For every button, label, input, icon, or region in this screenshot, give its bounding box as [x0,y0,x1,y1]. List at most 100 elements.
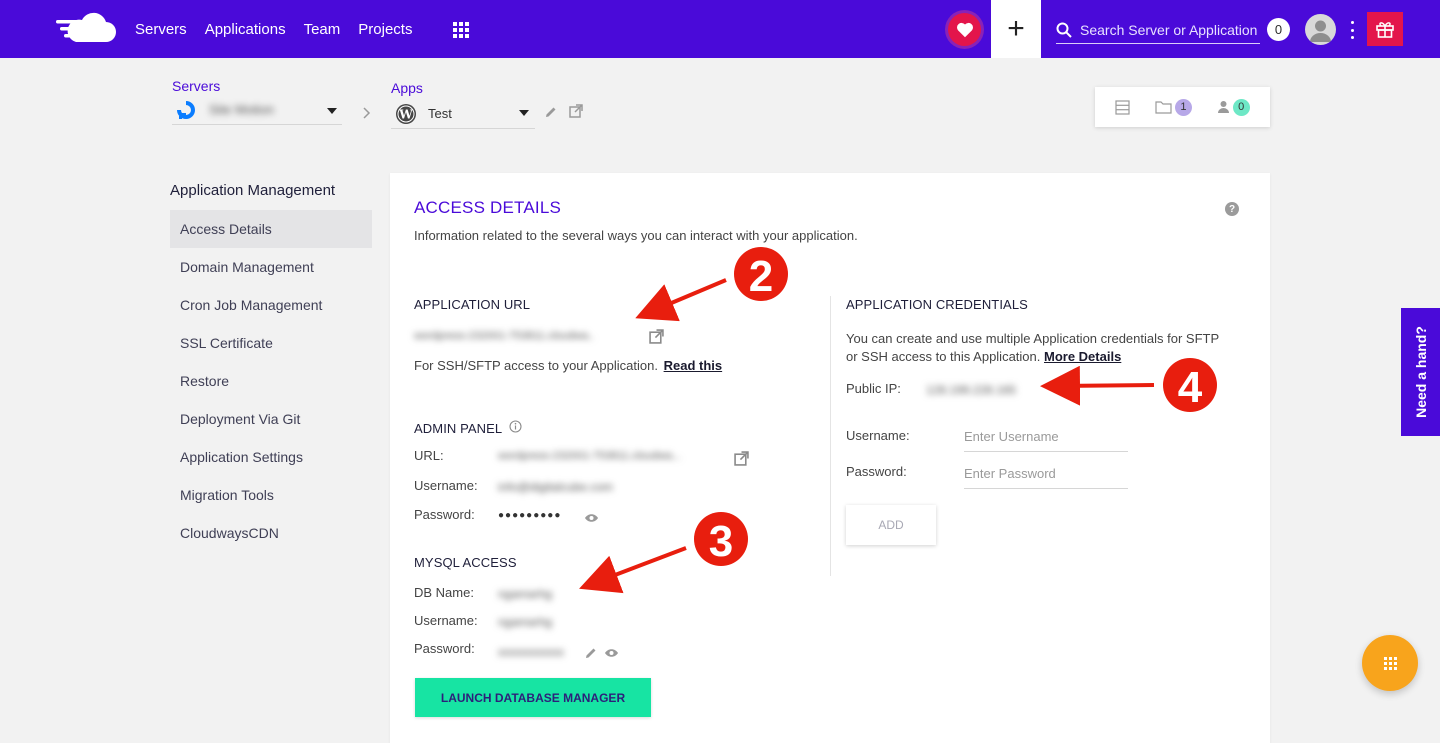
servers-label: Servers [172,78,221,94]
external-link-icon[interactable] [734,451,749,466]
search-bar [1056,16,1260,44]
projects-count: 1 [1174,98,1192,116]
sidebar-item-access-details[interactable]: Access Details [170,210,372,248]
db-name-value: ngamarhg [498,587,553,601]
launch-database-manager-button[interactable]: LAUNCH DATABASE MANAGER [415,678,651,717]
public-ip-value: 128.199.228.165 [926,383,1017,397]
need-a-hand-tab[interactable]: Need a hand? [1401,308,1440,436]
nav-applications[interactable]: Applications [205,21,286,38]
search-input[interactable] [1080,21,1260,38]
credentials-description: You can create and use multiple Applicat… [846,330,1256,366]
members-count: 0 [1232,98,1250,116]
members-stat[interactable]: 0 [1217,98,1250,116]
cred-password-label: Password: [846,464,907,479]
notification-count[interactable]: 0 [1267,18,1290,41]
cred-password-input[interactable] [964,459,1128,489]
server-selector[interactable]: Site Motion [172,95,342,125]
external-link-icon[interactable] [569,104,583,118]
db-username-label: Username: [414,613,478,628]
sidebar-item-cron-job-management[interactable]: Cron Job Management [170,286,372,324]
external-link-icon[interactable] [649,329,664,344]
sidebar-item-deployment-via-git[interactable]: Deployment Via Git [170,400,372,438]
wordpress-icon: W [396,103,416,124]
search-icon [1056,22,1072,38]
application-credentials-heading: APPLICATION CREDENTIALS [846,297,1028,312]
nav-team[interactable]: Team [304,21,341,38]
server-list-stat[interactable] [1115,99,1130,115]
chevron-down-icon [519,110,529,116]
sidebar-title: Application Management [170,182,336,199]
projects-stat[interactable]: 1 [1155,98,1192,116]
db-name-label: DB Name: [414,585,474,600]
quick-actions-button[interactable] [1362,635,1418,691]
help-icon[interactable]: ? [1225,202,1239,216]
digitalocean-icon [177,100,195,119]
grid-icon [1383,656,1397,670]
sidebar-item-domain-management[interactable]: Domain Management [170,248,372,286]
edit-icon[interactable] [545,106,557,118]
app-name: Test [428,106,452,121]
nav-projects[interactable]: Projects [358,21,412,38]
app-stats-box: 1 0 [1095,87,1270,127]
plus-icon: + [1007,12,1025,45]
admin-password-value: ●●●●●●●●● [498,510,562,521]
mysql-access-heading: MYSQL ACCESS [414,555,517,570]
column-divider [830,296,831,576]
more-menu-icon[interactable] [1349,21,1355,39]
ssh-access-text: For SSH/SFTP access to your Application.… [414,358,722,373]
cred-username-label: Username: [846,428,910,443]
svg-text:W: W [398,107,413,121]
sidebar-menu: Access Details Domain Management Cron Jo… [170,210,372,552]
db-username-value: ngamarhg [498,615,553,629]
access-details-card: ACCESS DETAILS Information related to th… [390,173,1270,743]
public-ip-label: Public IP: [846,381,901,396]
admin-panel-heading: ADMIN PANEL [414,421,503,436]
server-name: Site Motion [209,102,275,117]
ssh-access-label: For SSH/SFTP access to your Application. [414,358,658,373]
sidebar-item-application-settings[interactable]: Application Settings [170,438,372,476]
application-url-heading: APPLICATION URL [414,297,531,312]
app-selector[interactable]: W Test [391,99,535,129]
apps-grid-icon[interactable] [453,22,469,38]
sidebar-item-migration-tools[interactable]: Migration Tools [170,476,372,514]
application-url-value[interactable]: wordpress-232001-753811.cloudwa.. [414,330,594,342]
chevron-right-icon [363,107,371,119]
db-password-value: xxxxxxxxxxx [498,645,564,659]
heart-icon [956,22,973,37]
read-this-link[interactable]: Read this [664,358,723,373]
admin-password-label: Password: [414,507,475,522]
db-password-label: Password: [414,641,475,656]
sidebar-item-cloudwayscdn[interactable]: CloudwaysCDN [170,514,372,552]
admin-username-label: Username: [414,478,478,493]
gift-button[interactable] [1367,12,1403,46]
sidebar-item-ssl-certificate[interactable]: SSL Certificate [170,324,372,362]
add-new-button[interactable]: + [991,0,1041,58]
page-subtitle: Information related to the several ways … [414,228,858,243]
need-a-hand-label: Need a hand? [1412,326,1429,418]
admin-username-value: info@digitalcube.com [498,480,613,494]
folder-icon [1155,101,1172,114]
user-icon [1310,20,1331,42]
sidebar-item-restore[interactable]: Restore [170,362,372,400]
eye-icon[interactable] [584,513,599,523]
admin-url-value[interactable]: wordpress-232001-753811.cloudwa... [498,450,681,462]
list-icon [1115,99,1130,115]
apps-label: Apps [391,80,423,96]
cloudways-logo[interactable] [56,12,118,46]
cred-username-input[interactable] [964,422,1128,452]
eye-icon[interactable] [604,648,619,658]
nav-servers[interactable]: Servers [135,21,187,38]
credentials-desc-line2: or SSH access to this Application. [846,349,1041,364]
heart-button[interactable] [948,13,981,46]
more-details-link[interactable]: More Details [1044,349,1121,364]
user-avatar[interactable] [1305,14,1336,45]
top-navbar: Servers Applications Team Projects + 0 [0,0,1440,58]
edit-icon[interactable] [585,647,597,659]
user-icon [1217,101,1229,113]
info-icon[interactable] [509,420,522,433]
credentials-desc-line1: You can create and use multiple Applicat… [846,331,1220,346]
add-credentials-button[interactable]: ADD [846,505,936,545]
chevron-down-icon [327,108,337,114]
gift-icon [1376,22,1394,38]
page-title: ACCESS DETAILS [414,198,562,217]
